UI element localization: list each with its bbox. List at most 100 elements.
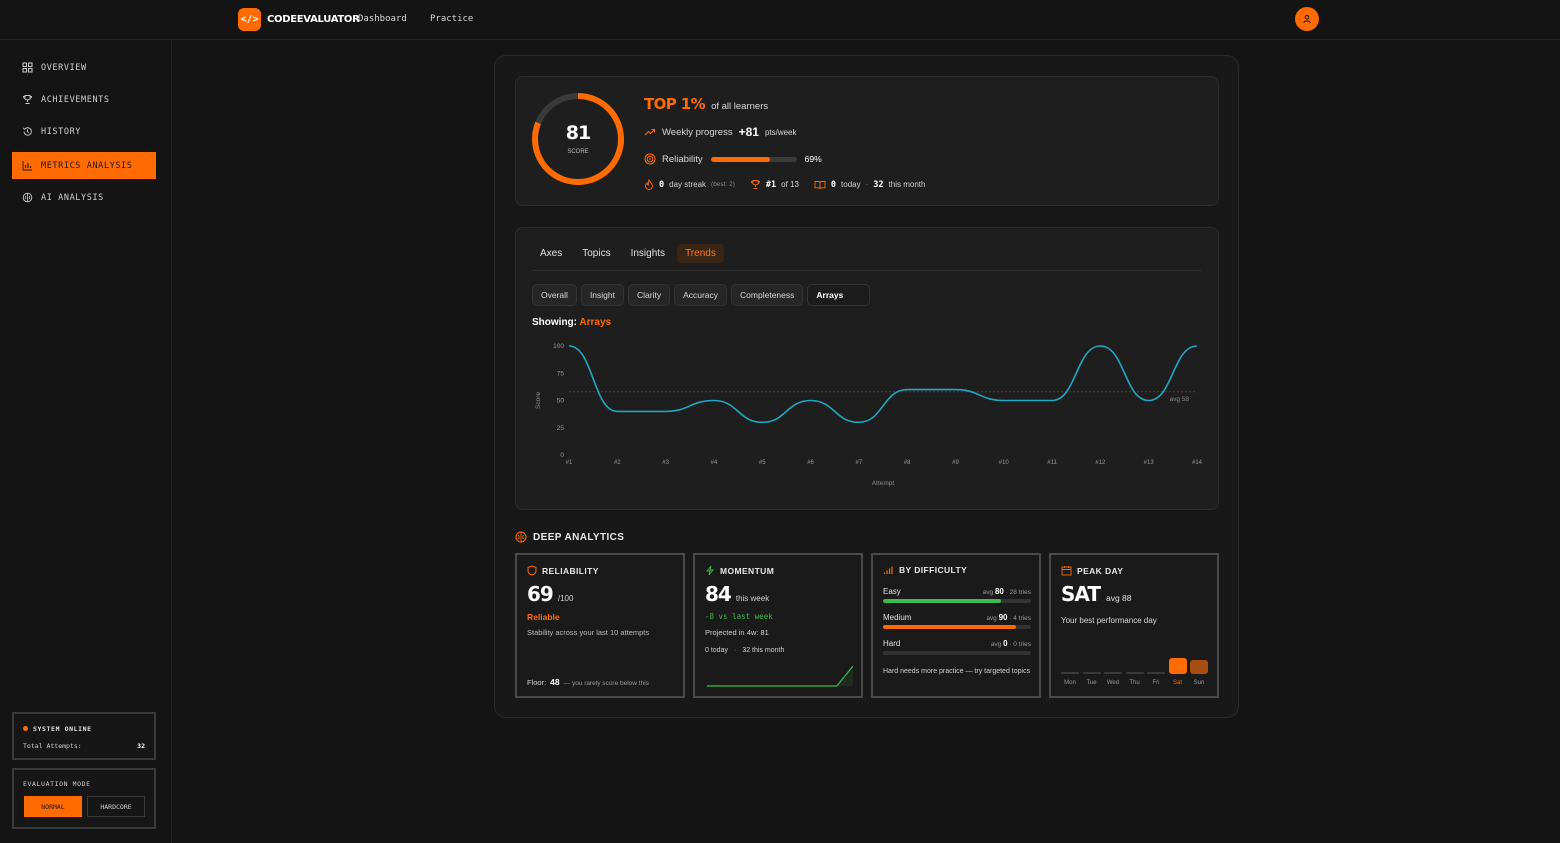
sparkline-area — [707, 666, 853, 686]
floor-label: Floor: — [527, 678, 547, 687]
average-label: avg 58 — [1169, 396, 1189, 403]
book-icon — [814, 180, 826, 189]
nav-dashboard[interactable]: Dashboard — [358, 14, 407, 24]
score-ring: 81 SCORE — [532, 93, 624, 185]
pill-clarity[interactable]: Clarity — [627, 284, 671, 306]
pill-insight[interactable]: Insight — [580, 284, 624, 306]
weekday-bar — [1082, 672, 1101, 674]
weekday-bar — [1125, 672, 1144, 674]
peak-day-value: SAT avg 88 — [1061, 582, 1132, 606]
mode-hardcore-button[interactable]: HARDCORE — [87, 796, 145, 817]
sidebar-item-label: ACHIEVEMENTS — [41, 94, 110, 105]
score-value: 81 — [566, 122, 590, 144]
series-line — [568, 345, 1198, 424]
difficulty-name: Medium — [883, 613, 912, 622]
mode-normal-button[interactable]: NORMAL — [24, 796, 82, 817]
sidebar-item-metrics-analysis[interactable]: METRICS ANALYSIS — [12, 152, 156, 179]
trend-line-chart: 0 25 50 75 100 #1 #2 #3 #4 #5 #6 #7 #8 #9 #10 #11 #12 #13… — [535, 343, 1203, 487]
today-value: 0 — [830, 179, 837, 190]
x-tick-label: #14 — [1192, 460, 1203, 466]
pill-arrays[interactable]: Arrays — [807, 284, 871, 306]
peak-day-card-title: PEAK DAY — [1077, 565, 1124, 576]
metrics-container: 81 SCORE TOP 1% of all learners Weekly p… — [494, 55, 1239, 718]
sidebar-item-achievements[interactable]: ACHIEVEMENTS — [12, 86, 156, 113]
tab-insights[interactable]: Insights — [623, 244, 673, 263]
weekday-bar — [1061, 672, 1079, 674]
status-dot — [23, 726, 28, 731]
weekly-progress-row: Weekly progress +81 pts/week — [644, 125, 797, 139]
sidebar-item-history[interactable]: HISTORY — [12, 118, 156, 145]
showing-label: Showing: Arrays — [532, 317, 611, 328]
x-tick-label: #4 — [711, 460, 718, 466]
momentum-unit: this week — [735, 594, 770, 603]
evaluation-mode-title: EVALUATION MODE — [23, 780, 91, 788]
separator-dot: · — [733, 647, 737, 654]
sidebar-item-overview[interactable]: OVERVIEW — [12, 54, 156, 81]
reliability-value: 69% — [804, 154, 822, 164]
pill-overall[interactable]: Overall — [532, 284, 577, 306]
y-tick-label: 75 — [557, 370, 565, 377]
difficulty-card: BY DIFFICULTY Easy avg 80 · 28 tries Medi… — [871, 553, 1041, 698]
y-tick-label: 50 — [557, 398, 565, 405]
top-rank-suffix: of all learners — [711, 101, 769, 112]
reliability-bar-fill — [710, 156, 770, 162]
weekday-label: Fri — [1152, 680, 1160, 686]
peak-day-card: PEAK DAY SAT avg 88 Your best performanc… — [1049, 553, 1219, 698]
reliability-card-header: RELIABILITY — [527, 565, 599, 576]
difficulty-row-easy: Easy avg 80 · 28 tries — [883, 587, 1031, 603]
reliability-card: RELIABILITY 69 /100 Reliable Stability a… — [515, 553, 685, 698]
analysis-tabs: Axes Topics Insights Trends — [532, 244, 724, 263]
x-tick-label: #9 — [952, 460, 959, 466]
tab-trends[interactable]: Trends — [677, 244, 724, 263]
peak-day-avg: avg 88 — [1105, 593, 1132, 603]
peak-day-name: SAT — [1061, 582, 1101, 606]
x-tick-label: #11 — [1047, 460, 1057, 466]
pill-accuracy[interactable]: Accuracy — [674, 284, 728, 306]
month-value: 32 — [873, 179, 884, 190]
momentum-counts: 0 today · 32 this month — [705, 647, 784, 654]
user-avatar[interactable] — [1295, 7, 1319, 31]
top-rank-line: TOP 1% of all learners — [644, 95, 768, 113]
trophy-icon — [23, 95, 32, 104]
momentum-score: 84 this week — [705, 582, 769, 606]
score-label: SCORE — [567, 149, 588, 155]
app-logo[interactable]: </> CODEEVALUATOR — [238, 8, 360, 31]
signal-icon — [883, 566, 893, 574]
y-axis-label: Score — [535, 392, 542, 409]
x-tick-label: #3 — [662, 460, 669, 466]
weekday-bar — [1147, 672, 1165, 674]
trending-up-icon — [644, 128, 656, 136]
sidebar-item-label: HISTORY — [41, 126, 82, 137]
tab-axes[interactable]: Axes — [532, 244, 570, 263]
momentum-value: 84 — [705, 582, 732, 606]
sparkline-line — [707, 665, 854, 687]
x-tick-label: #7 — [856, 460, 863, 466]
weekday-label: Sun — [1193, 680, 1205, 686]
reliability-card-title: RELIABILITY — [542, 565, 599, 576]
tab-topics[interactable]: Topics — [574, 244, 618, 263]
metric-pills: Overall Insight Clarity Accuracy Complet… — [532, 284, 871, 306]
trends-card: Axes Topics Insights Trends Overall Insi… — [515, 227, 1219, 510]
summary-card: 81 SCORE TOP 1% of all learners Weekly p… — [515, 76, 1219, 206]
reliability-description: Stability across your last 10 attempts — [527, 628, 650, 637]
momentum-projection: Projected in 4w: 81 — [705, 628, 769, 637]
weekly-progress-unit: pts/week — [764, 127, 797, 137]
evaluation-mode-panel: EVALUATION MODE NORMAL HARDCORE — [12, 768, 156, 829]
history-icon — [23, 127, 32, 136]
x-tick-label: #10 — [999, 460, 1010, 466]
sidebar-item-label: METRICS ANALYSIS — [41, 160, 133, 171]
difficulty-note: Hard needs more practice — try targeted … — [883, 668, 1031, 675]
sidebar-item-ai-analysis[interactable]: AI ANALYSIS — [12, 184, 156, 211]
nav-practice[interactable]: Practice — [430, 14, 473, 24]
momentum-delta: -8 vs last week — [705, 612, 773, 621]
month-label: this month — [888, 180, 926, 189]
pill-completeness[interactable]: Completeness — [731, 284, 804, 306]
x-axis-label: Attempt — [872, 480, 895, 487]
weekday-bar — [1168, 658, 1187, 674]
difficulty-stats: avg 80 · 28 tries — [982, 587, 1031, 596]
weekday-bar — [1104, 672, 1122, 674]
sidebar: OVERVIEW ACHIEVEMENTS HISTORY METRICS AN… — [0, 40, 172, 843]
difficulty-bar — [883, 651, 1031, 655]
x-tick-label: #2 — [614, 460, 621, 466]
reliability-score-value: 69 — [527, 582, 554, 606]
